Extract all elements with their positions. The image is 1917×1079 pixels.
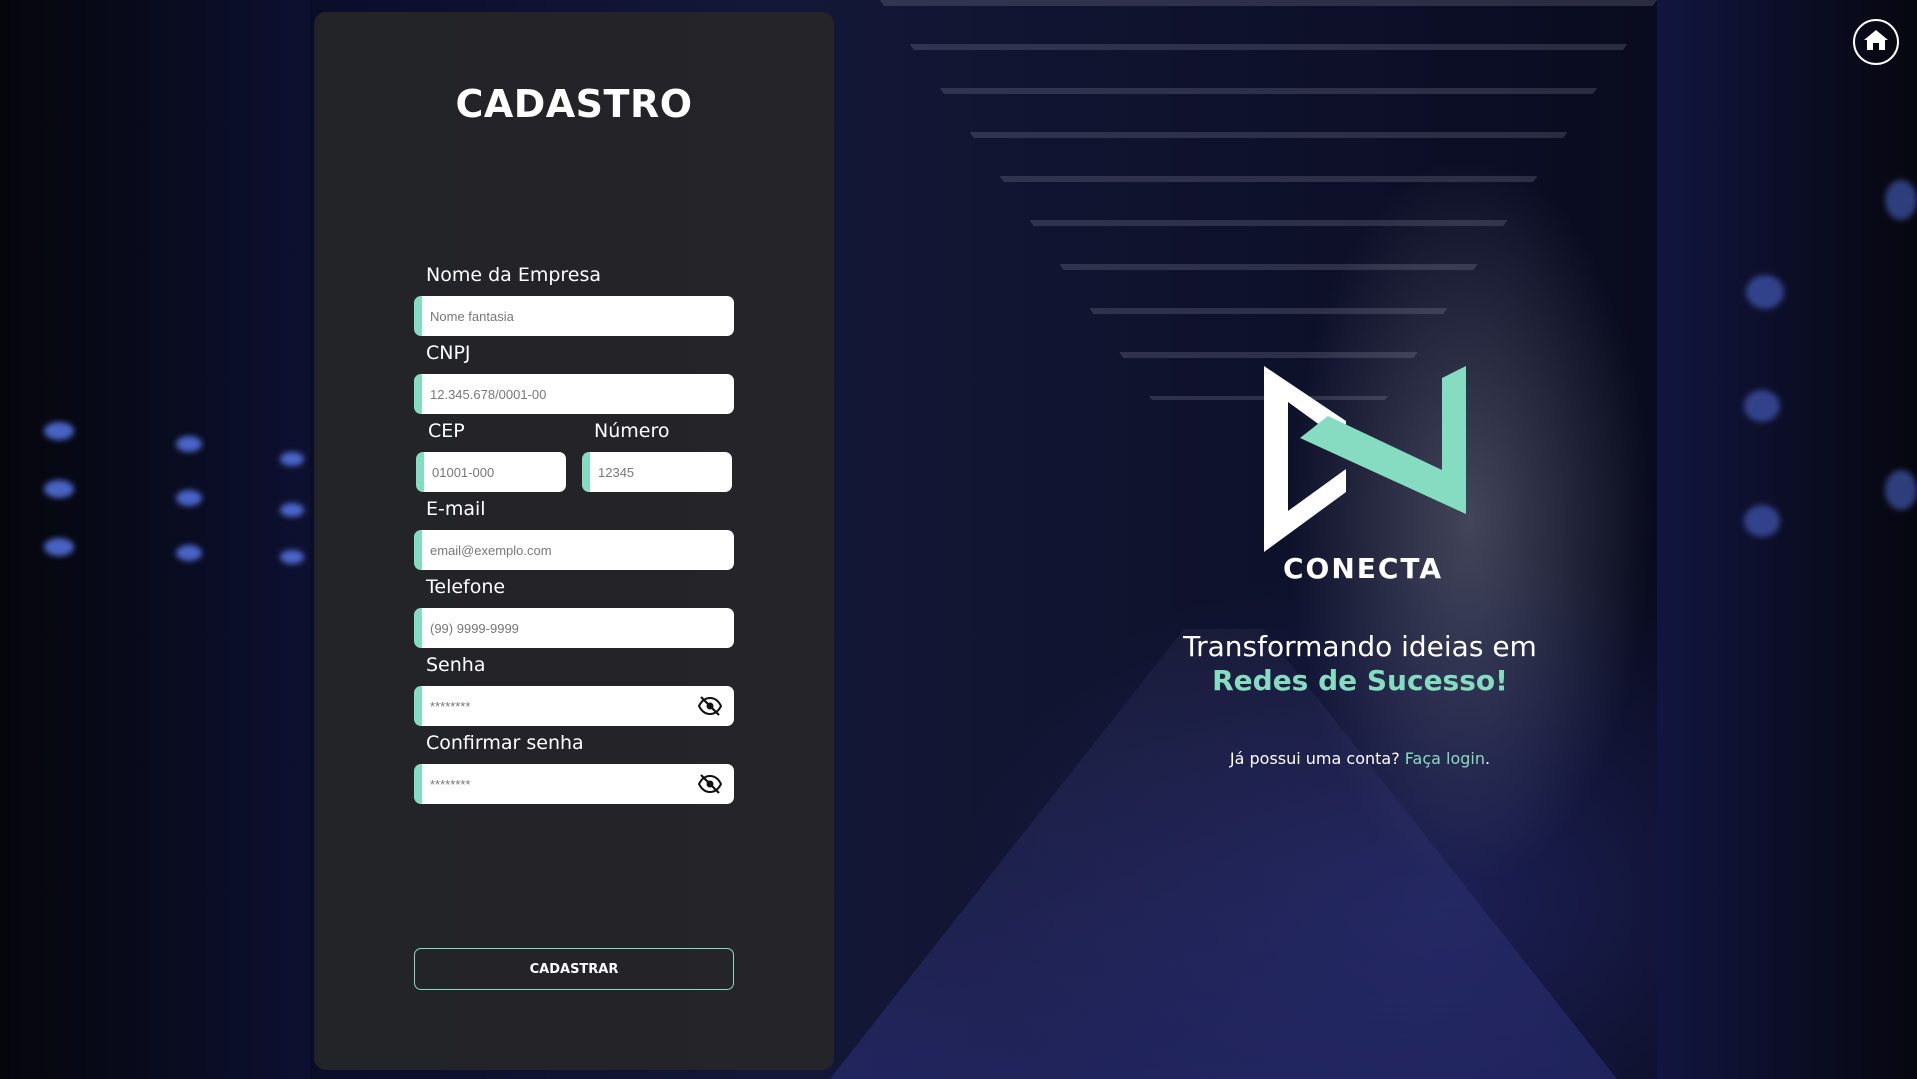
login-prompt: Já possui uma conta? Faça login. [1110, 749, 1610, 768]
phone-label: Telefone [426, 576, 506, 598]
cep-field [416, 452, 566, 492]
page-title: CADASTRO [455, 82, 693, 126]
email-input[interactable] [422, 530, 734, 570]
brand-name: CONECTA [1282, 552, 1444, 585]
home-button[interactable] [1853, 19, 1899, 65]
login-suffix: . [1485, 749, 1491, 768]
eye-off-icon[interactable] [697, 774, 723, 794]
email-label: E-mail [426, 498, 486, 520]
eye-off-icon[interactable] [697, 696, 723, 716]
number-input[interactable] [590, 452, 732, 492]
confirm-password-field [414, 764, 734, 804]
phone-input[interactable] [422, 608, 734, 648]
tagline: Transformando ideias em Redes de Sucesso… [1110, 630, 1610, 698]
password-label: Senha [426, 654, 486, 676]
conecta-logo [1264, 366, 1466, 552]
cnpj-label: CNPJ [426, 342, 471, 364]
phone-field [414, 608, 734, 648]
confirm-password-input[interactable] [422, 764, 734, 804]
cnpj-field [414, 374, 734, 414]
number-label: Número [594, 420, 670, 442]
cep-label: CEP [428, 420, 465, 442]
company-name-label: Nome da Empresa [426, 264, 602, 286]
cep-input[interactable] [424, 452, 566, 492]
password-input[interactable] [422, 686, 734, 726]
login-prompt-text: Já possui uma conta? [1229, 749, 1400, 768]
email-field [414, 530, 734, 570]
password-field [414, 686, 734, 726]
cnpj-input[interactable] [422, 374, 734, 414]
company-name-field [414, 296, 734, 336]
confirm-password-label: Confirmar senha [426, 732, 584, 754]
background-image [0, 0, 1917, 1079]
tagline-text: Transformando ideias em [1183, 630, 1537, 663]
login-link[interactable]: Faça login [1405, 749, 1485, 768]
home-icon [1863, 28, 1889, 57]
register-button[interactable]: CADASTRAR [414, 948, 734, 990]
number-field [582, 452, 732, 492]
company-name-input[interactable] [422, 296, 734, 336]
tagline-highlight: Redes de Sucesso! [1212, 664, 1508, 697]
